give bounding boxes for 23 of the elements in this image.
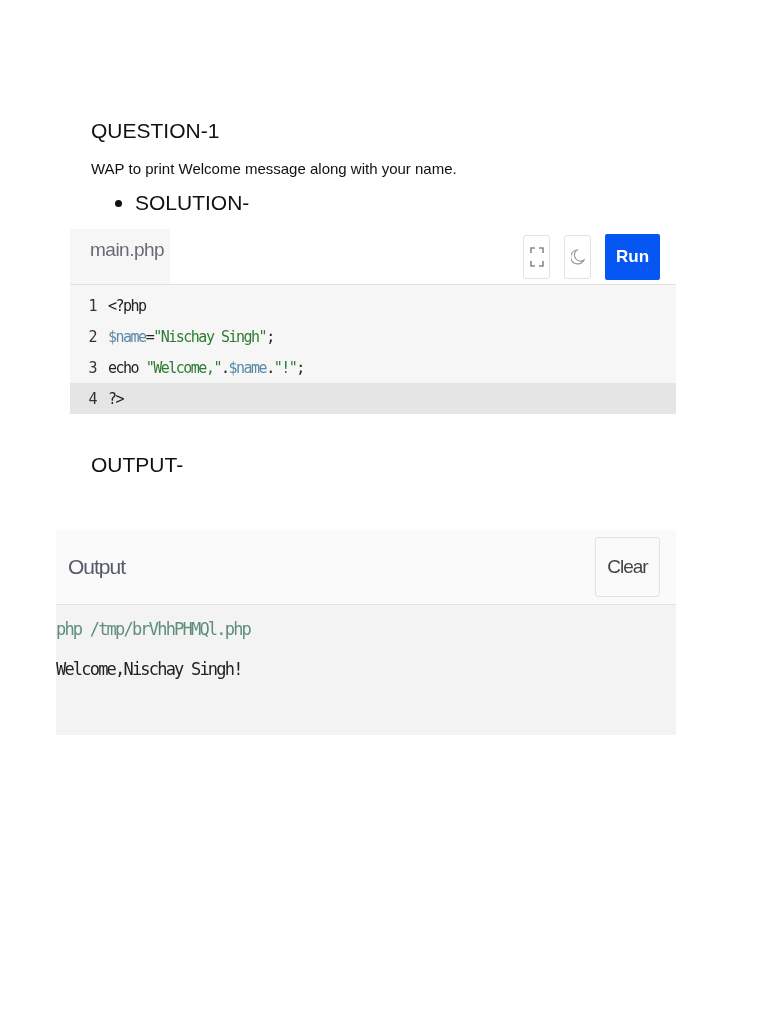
- run-button[interactable]: Run: [605, 233, 660, 280]
- theme-button[interactable]: [564, 234, 591, 279]
- question-title: QUESTION-1: [91, 118, 221, 144]
- output-title: Output: [68, 555, 126, 579]
- line-number: 2: [87, 327, 96, 346]
- file-tab[interactable]: main.php: [70, 229, 170, 284]
- line-number: 1: [87, 296, 96, 315]
- moon-icon: [570, 248, 585, 265]
- code-text: <?php: [108, 296, 146, 315]
- solution-label: SOLUTION-: [135, 191, 250, 215]
- code-text: echo "Welcome,".$name."!";: [108, 358, 304, 377]
- line-number: 4: [87, 389, 96, 408]
- output-line: Welcome,Nischay Singh!: [56, 659, 242, 679]
- code-text: ?>: [108, 389, 124, 408]
- clear-button[interactable]: Clear: [595, 537, 660, 597]
- fullscreen-icon: [529, 246, 544, 267]
- output-line: php /tmp/brVhhPHMQl.php: [56, 619, 250, 639]
- question-text: WAP to print Welcome message along with your name.: [91, 160, 458, 177]
- fullscreen-button[interactable]: [523, 234, 550, 279]
- line-number: 3: [87, 358, 96, 377]
- bullet-icon: [115, 199, 122, 207]
- code-text: $name="Nischay Singh";: [108, 327, 274, 346]
- output-label: OUTPUT-: [91, 452, 185, 478]
